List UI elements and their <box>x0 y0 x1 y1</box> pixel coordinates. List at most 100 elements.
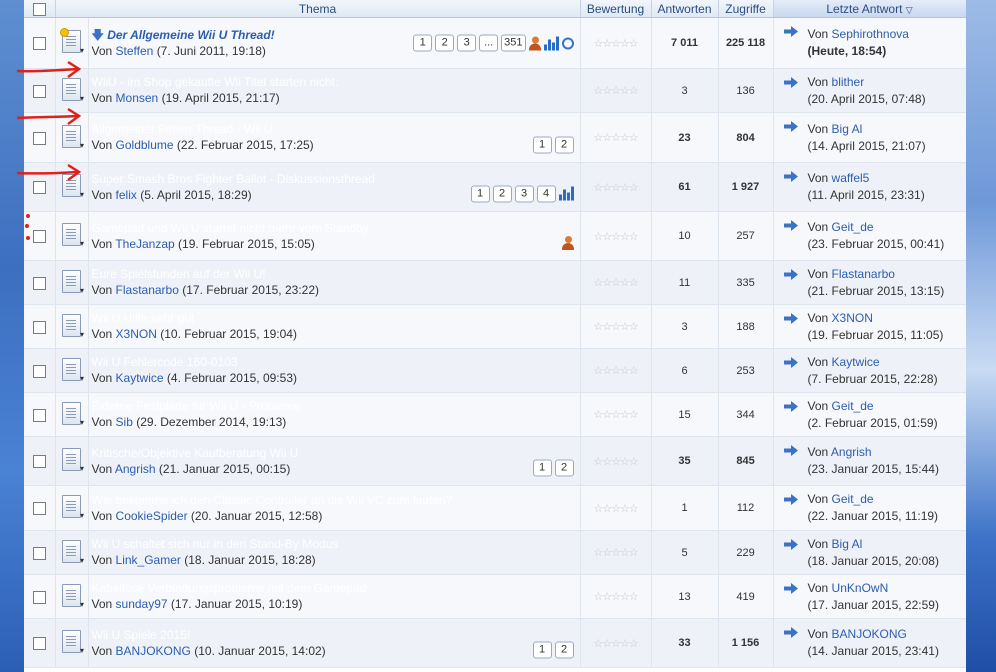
go-to-last-post-icon[interactable] <box>783 357 798 368</box>
page-link[interactable]: 4 <box>536 185 556 203</box>
last-post-user-link[interactable]: BANJOKONG <box>832 627 907 641</box>
last-post-user-link[interactable]: Flastanarbo <box>832 267 895 281</box>
column-bewertung[interactable]: Bewertung <box>580 0 652 18</box>
author-link[interactable]: Kaytwice <box>116 371 164 385</box>
last-post-user-link[interactable]: X3NON <box>832 311 873 325</box>
rating-stars[interactable]: ☆☆☆☆☆ <box>580 211 652 261</box>
thread-title[interactable]: Eure Spielstunden auf der Wii U! <box>92 267 580 282</box>
select-all-checkbox[interactable] <box>32 2 46 16</box>
thread-title[interactable]: Wie bekomme ich den Classic Controller a… <box>92 493 580 508</box>
go-to-last-post-icon[interactable] <box>783 269 798 280</box>
go-to-last-post-icon[interactable] <box>783 539 798 550</box>
row-checkbox[interactable] <box>32 364 46 378</box>
author-link[interactable]: TheJanzap <box>115 237 174 251</box>
row-checkbox[interactable] <box>32 408 46 422</box>
row-checkbox[interactable] <box>32 37 46 51</box>
go-to-last-post-icon[interactable] <box>783 171 798 182</box>
author-link[interactable]: Steffen <box>116 44 154 58</box>
row-checkbox[interactable] <box>32 84 46 98</box>
last-post-user-link[interactable]: UnKnOwN <box>832 581 889 595</box>
column-letzte-antwort[interactable]: Letzte Antwort ▽ <box>773 0 966 18</box>
go-to-last-post-icon[interactable] <box>783 627 798 638</box>
page-link[interactable]: 1 <box>532 641 552 659</box>
last-post-user-link[interactable]: Big Al <box>832 122 863 136</box>
rating-stars[interactable]: ☆☆☆☆☆ <box>580 530 652 575</box>
last-post-user-link[interactable]: Angrish <box>831 445 872 459</box>
last-post-user-link[interactable]: waffel5 <box>832 171 870 185</box>
go-to-last-post-icon[interactable] <box>783 401 798 412</box>
column-zugriffe[interactable]: Zugriffe <box>718 0 774 18</box>
thread-title[interactable]: Wii U Fehlercode 160-0103 <box>92 355 580 370</box>
column-antworten[interactable]: Antworten <box>651 0 719 18</box>
rating-stars[interactable]: ☆☆☆☆☆ <box>580 618 652 668</box>
rating-stars[interactable]: ☆☆☆☆☆ <box>580 162 652 212</box>
page-link[interactable]: 3 <box>514 185 534 203</box>
row-checkbox[interactable] <box>32 131 46 145</box>
thread-title[interactable]: WiiU - im Shop gekaufte Wii Titel starte… <box>92 75 580 90</box>
go-to-last-post-icon[interactable] <box>783 121 798 132</box>
thread-title[interactable]: Allgemeiner Fehler Thread - Wii U <box>92 122 580 137</box>
page-link[interactable]: 2 <box>554 641 574 659</box>
page-link[interactable]: 2 <box>435 34 455 52</box>
row-checkbox[interactable] <box>32 455 46 469</box>
page-link[interactable]: 1 <box>532 459 552 477</box>
author-link[interactable]: Link_Gamer <box>116 553 181 567</box>
rating-stars[interactable]: ☆☆☆☆☆ <box>580 392 652 437</box>
author-link[interactable]: X3NON <box>116 327 157 341</box>
last-post-user-link[interactable]: Big Al <box>832 537 863 551</box>
row-checkbox[interactable] <box>32 502 46 516</box>
row-checkbox[interactable] <box>32 320 46 334</box>
author-link[interactable]: Goldblume <box>116 138 174 152</box>
thread-title[interactable]: Externe Festplatte für Wii U - Probleme <box>92 399 580 414</box>
author-link[interactable]: Angrish <box>115 462 156 476</box>
last-post-user-link[interactable]: Kaytwice <box>832 355 880 369</box>
author-link[interactable]: felix <box>116 188 137 202</box>
thread-title[interactable]: Gamepad und Wii U startet nicht mehr vom… <box>92 221 580 236</box>
rating-stars[interactable]: ☆☆☆☆☆ <box>580 17 652 69</box>
go-to-last-post-icon[interactable] <box>783 583 798 594</box>
page-link[interactable]: 2 <box>492 185 512 203</box>
rating-stars[interactable]: ☆☆☆☆☆ <box>580 260 652 305</box>
last-post-user-link[interactable]: blither <box>832 75 865 89</box>
row-checkbox[interactable] <box>32 230 46 244</box>
page-ellipsis[interactable]: ... <box>479 34 499 52</box>
rating-stars[interactable]: ☆☆☆☆☆ <box>580 348 652 393</box>
last-post-user-link[interactable]: Geit_de <box>832 220 874 234</box>
author-link[interactable]: BANJOKONG <box>116 644 191 658</box>
rating-stars[interactable]: ☆☆☆☆☆ <box>580 485 652 531</box>
row-checkbox[interactable] <box>32 276 46 290</box>
last-post-user-link[interactable]: Geit_de <box>832 399 874 413</box>
author-link[interactable]: Monsen <box>116 91 159 105</box>
go-to-last-post-icon[interactable] <box>783 77 798 88</box>
last-post-user-link[interactable]: Geit_de <box>832 492 874 506</box>
rating-stars[interactable]: ☆☆☆☆☆ <box>580 304 652 349</box>
author-link[interactable]: sunday97 <box>116 597 168 611</box>
page-link[interactable]: 2 <box>554 136 574 154</box>
go-to-last-post-icon[interactable] <box>783 220 798 231</box>
thread-title[interactable]: Wii U Hilfe sehr gut <box>92 311 580 326</box>
go-to-last-post-icon[interactable] <box>783 26 798 37</box>
row-checkbox[interactable] <box>32 546 46 560</box>
column-thema[interactable]: Thema <box>55 0 581 18</box>
go-to-last-post-icon[interactable] <box>783 494 798 505</box>
go-to-last-post-icon[interactable] <box>783 445 798 456</box>
last-post-user-link[interactable]: Sephirothnova <box>832 27 909 41</box>
rating-stars[interactable]: ☆☆☆☆☆ <box>580 436 652 486</box>
thread-title[interactable]: Wii U schaltet sich nur in den Stand-By … <box>92 537 580 552</box>
page-link[interactable]: 1 <box>532 136 552 154</box>
rating-stars[interactable]: ☆☆☆☆☆ <box>580 112 652 163</box>
page-link[interactable]: 1 <box>413 34 433 52</box>
rating-stars[interactable]: ☆☆☆☆☆ <box>580 68 652 113</box>
author-link[interactable]: CookieSpider <box>116 509 188 523</box>
thread-title[interactable]: Wii U Spiele 2015! <box>92 628 580 643</box>
page-link[interactable]: 2 <box>554 459 574 477</box>
thread-title[interactable]: Kabellose Verbindungsprobleme mit dem Ga… <box>92 581 580 596</box>
thread-title[interactable]: Kritische/Objektive Kaufberatung Wii U <box>92 446 580 461</box>
row-checkbox[interactable] <box>32 637 46 651</box>
row-checkbox[interactable] <box>32 590 46 604</box>
page-link[interactable]: 3 <box>457 34 477 52</box>
page-link[interactable]: 1 <box>470 185 490 203</box>
author-link[interactable]: Sib <box>116 415 133 429</box>
rating-stars[interactable]: ☆☆☆☆☆ <box>580 574 652 619</box>
author-link[interactable]: Flastanarbo <box>116 283 179 297</box>
